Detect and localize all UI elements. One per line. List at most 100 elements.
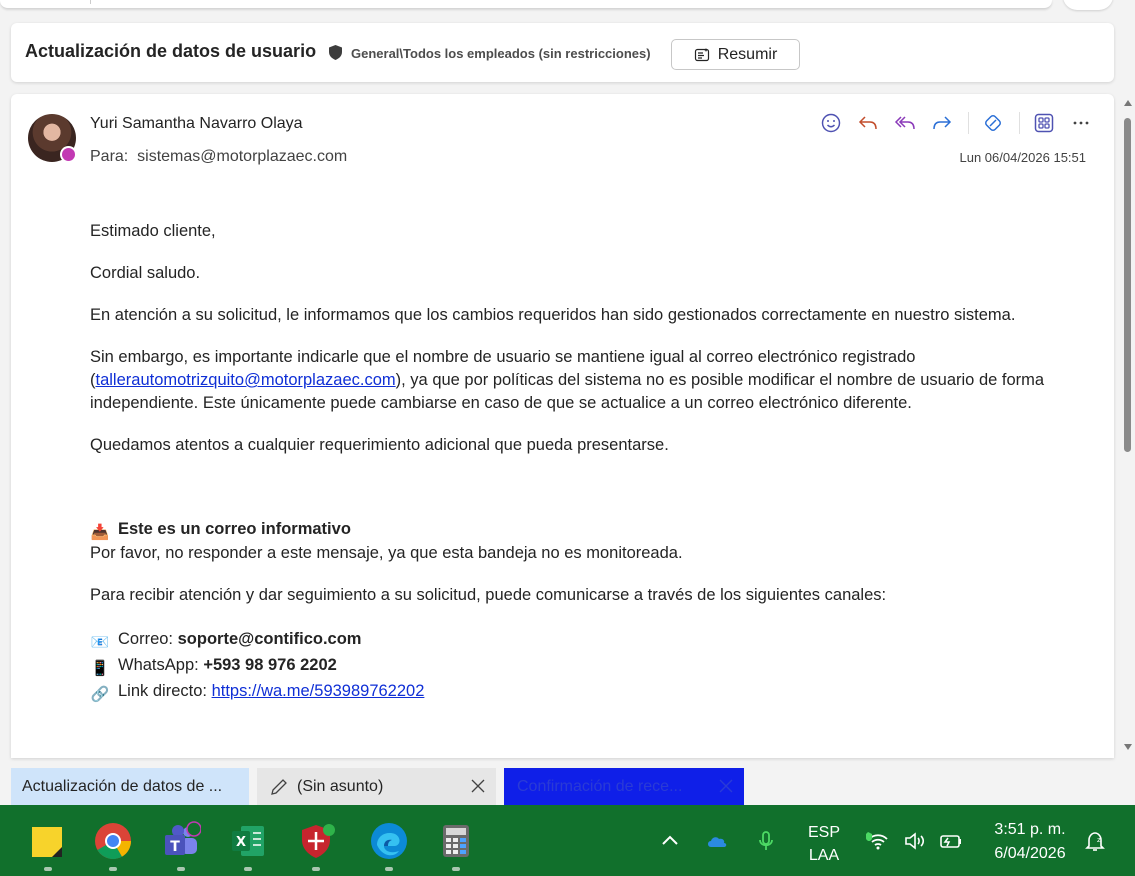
support-email: soporte@contifico.com [177,630,362,648]
running-indicator [44,867,52,871]
loop-button[interactable] [980,110,1006,136]
sticky-notes-app[interactable] [28,821,68,871]
forward-icon [933,116,952,130]
divider [968,112,969,134]
notification-bell-icon[interactable]: z [1083,829,1107,853]
teams-app[interactable]: T [161,821,202,871]
excel-icon: X [232,826,264,856]
channels-intro: Para recibir atención y dar seguimiento … [90,586,887,604]
divider [90,0,91,4]
info-block: 📥 Este es un correo informativo Por favor… [90,518,1080,565]
salutation: Cordial saludo. [90,264,201,282]
shield-icon [329,45,342,60]
taskbar: T X ESP LAA 3:51 p. m. 6/04/2026 z [0,805,1135,876]
top-right-button[interactable] [1063,0,1113,10]
summarize-button[interactable]: Resumir [671,39,800,70]
chrome-icon [95,823,131,860]
message-body: Estimado cliente, Cordial saludo. En ate… [90,220,1080,704]
tab-message[interactable]: Actualización de datos de ... [11,768,249,805]
calculator-app[interactable] [436,821,476,871]
chrome-app[interactable] [93,821,133,871]
volume-icon[interactable] [903,829,927,853]
tab-confirmation[interactable]: Confirmación de rece... [504,768,744,805]
running-indicator [177,867,185,871]
apps-button[interactable] [1031,110,1057,136]
inbox-download-icon: 📥 [90,524,110,541]
subject-header: Actualización de datos de usuario Genera… [11,23,1114,82]
label: Correo: [118,630,174,648]
loop-icon [985,115,1001,131]
recipients-line: Para: sistemas@motorplazaec.com [90,148,347,166]
link-icon: 🔗 [90,686,110,703]
label: Link directo: [118,682,207,700]
input-language[interactable]: ESP LAA [805,821,843,867]
keyboard-layout: LAA [808,847,840,864]
contact-whatsapp: 📱 WhatsApp: +593 98 976 2202 [90,652,1080,678]
scroll-down-icon[interactable] [1124,744,1132,750]
contact-link: 🔗 Link directo: https://wa.me/59398976220… [90,678,1080,704]
close-icon[interactable] [470,778,486,794]
tab-draft[interactable]: (Sin asunto) [257,768,496,805]
message-pane: Yuri Samantha Navarro Olaya Para: sistem… [11,94,1114,758]
more-icon [1073,121,1089,125]
excel-app[interactable]: X [228,821,268,871]
sender-name[interactable]: Yuri Samantha Navarro Olaya [90,115,303,133]
apps-icon [1034,113,1054,133]
clock-time: 3:51 p. m. [994,821,1066,838]
vpn-app[interactable] [296,821,336,871]
summarize-label: Resumir [717,45,778,63]
tab-label: (Sin asunto) [297,777,384,795]
label: WhatsApp: [118,656,199,674]
contact-email: 📧 Correo: soporte@contifico.com [90,626,1080,652]
paragraph: Sin embargo, es importante indicarle que… [90,346,1080,415]
scroll-thumb[interactable] [1124,118,1131,452]
calculator-icon [443,825,469,857]
tab-label: Actualización de datos de ... [22,777,223,795]
onedrive-icon[interactable] [705,829,729,853]
scroll-up-icon[interactable] [1124,100,1132,106]
microphone-icon[interactable] [754,829,778,853]
to-label: Para: [90,148,129,165]
running-indicator [109,867,117,871]
chevron-up-icon[interactable] [658,829,682,853]
react-button[interactable] [818,110,844,136]
message-subject: Actualización de datos de usuario [25,41,317,61]
summarize-icon [694,47,709,61]
clock[interactable]: 3:51 p. m. 6/04/2026 [980,818,1080,866]
reply-all-icon [894,116,915,130]
svg-text:z: z [1097,836,1101,844]
running-indicator [385,867,393,871]
close-icon[interactable] [718,778,734,794]
forward-button[interactable] [929,110,955,136]
shield-app-icon [302,824,335,858]
running-indicator [244,867,252,871]
running-indicator [452,867,460,871]
message-actions [807,110,1094,136]
more-actions-button[interactable] [1068,110,1094,136]
presence-badge-icon [60,146,77,163]
greeting: Estimado cliente, [90,222,216,240]
paragraph: En atención a su solicitud, le informamo… [90,306,1016,324]
sensitivity-label[interactable]: General\Todos los empleados (sin restric… [351,46,651,61]
email-icon: 📧 [90,634,110,651]
previous-pane-edge [0,0,1052,9]
whatsapp-number: +593 98 976 2202 [203,656,337,674]
recipient[interactable]: sistemas@motorplazaec.com [137,148,347,165]
edge-icon [371,823,407,859]
reply-button[interactable] [855,110,881,136]
reply-all-button[interactable] [892,110,918,136]
edge-app[interactable] [369,821,409,871]
draft-tabs: Actualización de datos de ... (Sin asunt… [0,764,1135,805]
whatsapp-link[interactable]: https://wa.me/593989762202 [212,682,425,700]
info-text: Por favor, no responder a este mensaje, … [90,544,683,562]
svg-text:X: X [236,835,246,850]
scrollbar[interactable] [1121,98,1135,758]
reply-icon [858,116,877,130]
wifi-icon[interactable] [866,829,890,853]
tab-label: Confirmación de rece... [517,777,683,795]
battery-icon[interactable] [939,829,963,853]
teams-icon: T [165,821,202,855]
pencil-icon [271,778,287,795]
email-link[interactable]: tallerautomotrizquito@motorplazaec.com [96,371,396,389]
